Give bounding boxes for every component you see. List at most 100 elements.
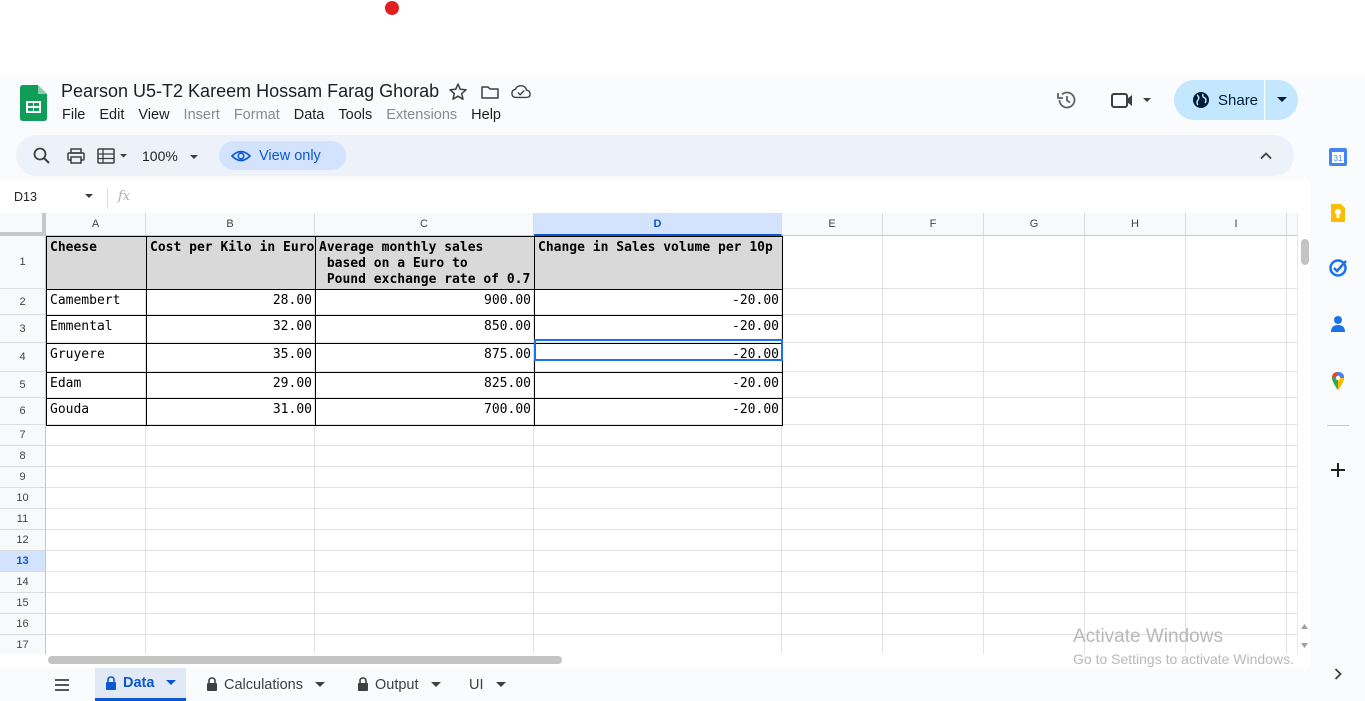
spreadsheet-grid[interactable]: ABCDEFGHI 1 2 3 4 5 6 7 8 9 10 11 12 13 14 15 16 17 Chee… [0,213,1300,654]
menu-view[interactable]: View [138,107,183,123]
row-header-12[interactable]: 12 [0,530,46,551]
menu-data[interactable]: Data [294,107,339,123]
caret-down-icon[interactable] [166,680,177,686]
column-header-c[interactable]: C [315,213,534,236]
maps-icon[interactable] [1328,371,1348,391]
vertical-scroll-thumb[interactable] [1301,239,1309,265]
header-cell-a[interactable]: Cheese [46,236,147,290]
contacts-icon[interactable] [1328,314,1348,334]
sheet-tab-output[interactable]: Output [347,668,451,701]
share-button[interactable]: Share [1174,80,1298,120]
row-header-3[interactable]: 3 [0,315,46,343]
sheets-logo-icon[interactable] [20,85,47,121]
cell-b4[interactable]: 35.00 [146,343,316,373]
cell-c6[interactable]: 700.00 [315,398,535,426]
cell-a6[interactable]: Gouda [46,398,147,426]
menu-format[interactable]: Format [234,107,294,123]
tasks-icon[interactable] [1328,258,1348,278]
cell-b3[interactable]: 32.00 [146,315,316,344]
cell-d5[interactable]: -20.00 [534,372,783,399]
row-header-14[interactable]: 14 [0,572,46,593]
menu-tools[interactable]: Tools [338,107,386,123]
column-header-e[interactable]: E [782,213,883,236]
menu-extensions[interactable]: Extensions [386,107,471,123]
chevron-right-icon[interactable] [1328,664,1348,684]
folder-icon[interactable] [480,82,500,102]
zoom-dropdown-icon[interactable] [188,146,200,166]
keep-icon[interactable] [1328,203,1348,223]
cell-a5[interactable]: Edam [46,372,147,399]
sheet-tab-ui[interactable]: UI [459,668,516,701]
row-header-10[interactable]: 10 [0,488,46,509]
star-icon[interactable] [448,82,468,102]
cell-b6[interactable]: 31.00 [146,398,316,426]
column-header-i[interactable]: I [1186,213,1287,236]
column-header-a[interactable]: A [46,213,146,236]
row-header-17[interactable]: 17 [0,635,46,654]
select-format-icon[interactable] [96,146,130,166]
share-dropdown-button[interactable] [1265,80,1298,120]
row-header-11[interactable]: 11 [0,509,46,530]
add-addon-icon[interactable] [1328,460,1348,480]
cell-a2[interactable]: Camembert [46,289,147,316]
cell-b5[interactable]: 29.00 [146,372,316,399]
sheet-tab-data[interactable]: Data [95,668,187,701]
row-header-4[interactable]: 4 [0,343,46,372]
row-header-1[interactable]: 1 [0,236,46,289]
cell-a3[interactable]: Emmental [46,315,147,344]
column-header-h[interactable]: H [1085,213,1186,236]
calendar-icon[interactable]: 31 [1328,147,1348,167]
column-header-g[interactable]: G [984,213,1085,236]
cloud-saved-icon[interactable] [511,82,531,102]
header-cell-b[interactable]: Cost per Kilo in Euros [146,236,316,290]
menu-file[interactable]: File [62,107,99,123]
scroll-down-arrow-icon[interactable] [1301,643,1308,648]
version-history-icon[interactable] [1055,88,1079,112]
menu-edit[interactable]: Edit [99,107,138,123]
row-header-8[interactable]: 8 [0,446,46,467]
menu-insert[interactable]: Insert [184,107,234,123]
row-header-7[interactable]: 7 [0,425,46,446]
row-header-16[interactable]: 16 [0,614,46,635]
row-header-9[interactable]: 9 [0,467,46,488]
cell-d6[interactable]: -20.00 [534,398,783,426]
row-header-2[interactable]: 2 [0,289,46,315]
cell-c3[interactable]: 850.00 [315,315,535,344]
print-icon[interactable] [66,146,86,166]
cell-c4[interactable]: 875.00 [315,343,535,373]
cell-a4[interactable]: Gruyere [46,343,147,373]
column-header-d[interactable]: D [534,213,782,236]
name-box-dropdown-icon[interactable] [85,194,93,199]
cell-b2[interactable]: 28.00 [146,289,316,316]
header-cell-c[interactable]: Average monthly sales based on a Euro to… [315,236,535,290]
vertical-scrollbar[interactable] [1297,213,1310,654]
all-sheets-menu-icon[interactable] [52,676,72,694]
row-header-5[interactable]: 5 [0,372,46,398]
horizontal-scroll-thumb[interactable] [48,656,562,664]
caret-down-icon[interactable] [495,681,506,688]
sheet-tab-calculations[interactable]: Calculations [196,668,335,701]
row-header-15[interactable]: 15 [0,593,46,614]
row-header-6[interactable]: 6 [0,398,46,425]
cell-c5[interactable]: 825.00 [315,372,535,399]
selected-cell-d13[interactable] [534,339,783,361]
menu-help[interactable]: Help [471,107,515,123]
select-all-corner[interactable] [0,213,46,236]
meet-camera-icon[interactable] [1110,88,1158,112]
scroll-up-arrow-icon[interactable] [1301,624,1308,629]
cell-d2[interactable]: -20.00 [534,289,783,316]
header-cell-d[interactable]: Change in Sales volume per 10p [534,236,783,290]
share-main-button[interactable]: Share [1174,80,1264,120]
search-icon[interactable] [32,146,52,166]
document-title[interactable]: Pearson U5-T2 Kareem Hossam Farag Ghorab [61,81,439,102]
name-box[interactable]: D13 [14,190,37,204]
column-header-b[interactable]: B [146,213,315,236]
chevron-up-icon[interactable] [1256,146,1276,166]
caret-down-icon[interactable] [315,681,325,688]
row-header-13[interactable]: 13 [0,551,46,572]
view-only-mode-button[interactable]: View only [219,141,346,170]
zoom-level[interactable]: 100% [142,148,178,164]
column-header-f[interactable]: F [883,213,984,236]
caret-down-icon[interactable] [430,681,441,688]
cell-c2[interactable]: 900.00 [315,289,535,316]
